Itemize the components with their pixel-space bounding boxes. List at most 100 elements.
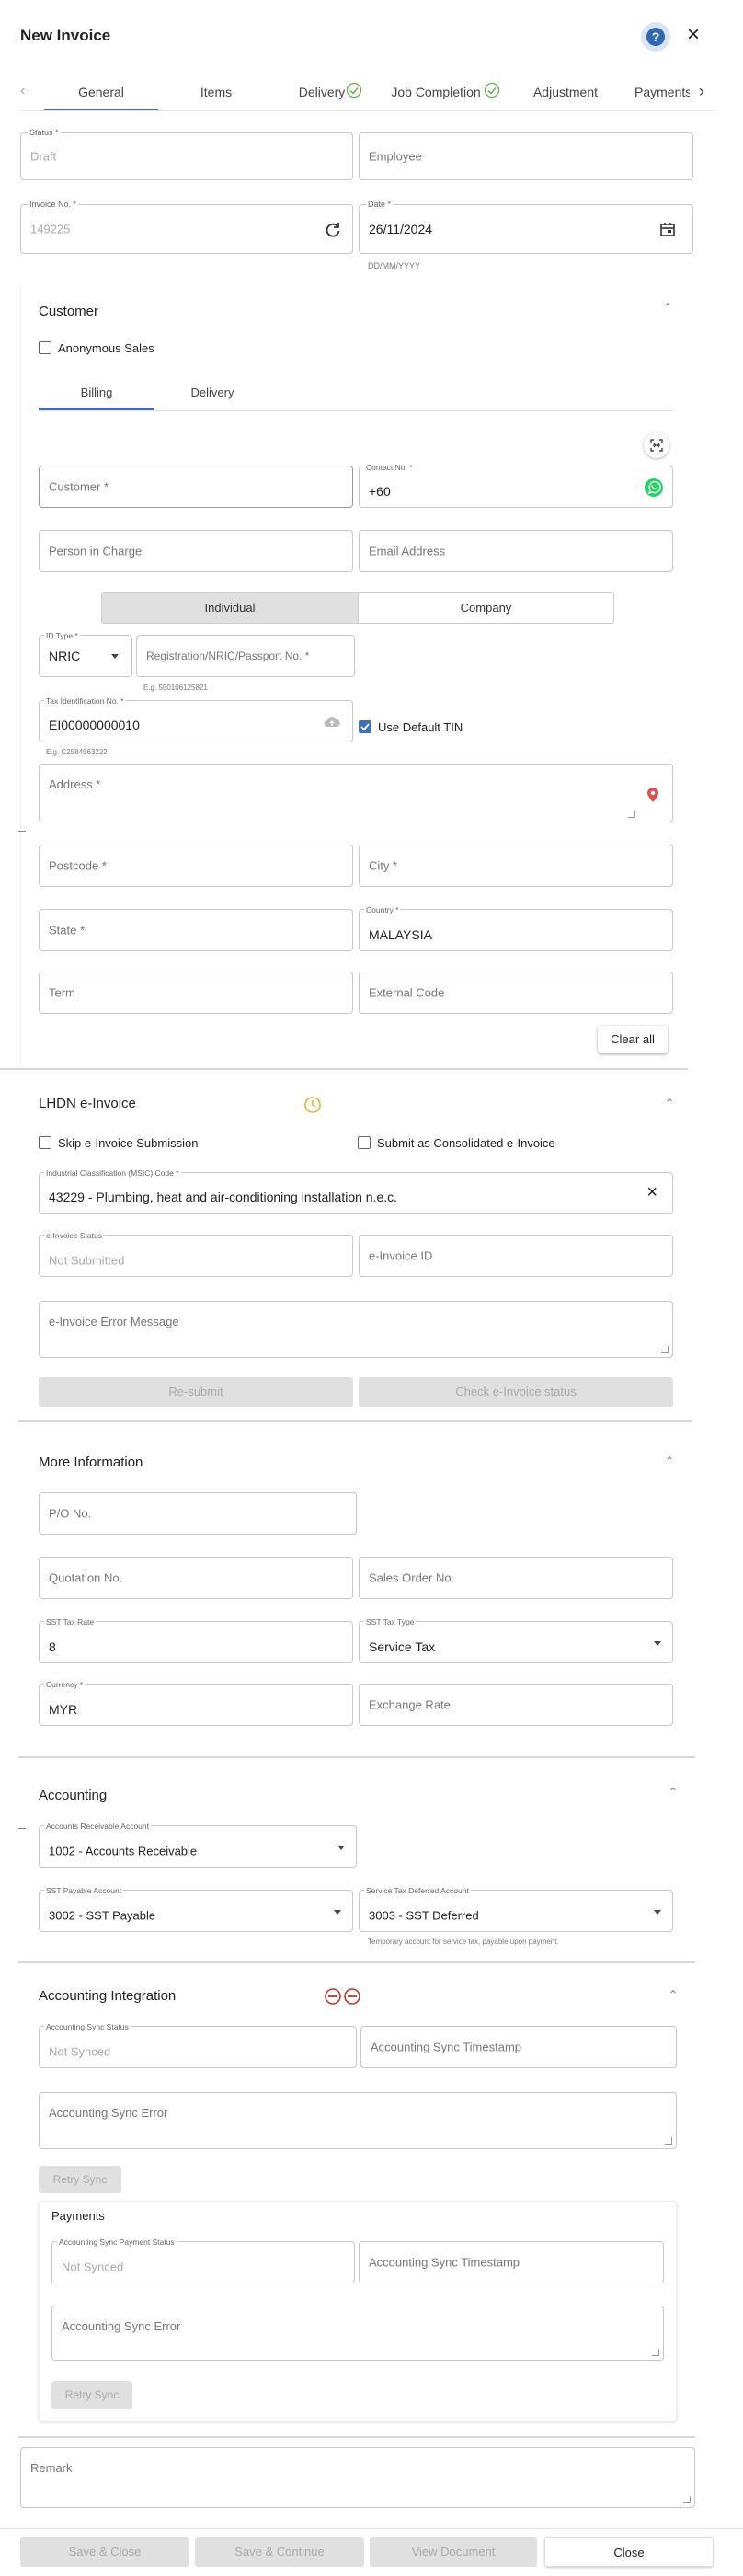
sync-timestamp-field[interactable]: Accounting Sync Timestamp [360,2026,677,2068]
exchange-rate-field[interactable]: Exchange Rate [359,1684,673,1726]
employee-field[interactable]: Employee [359,132,693,180]
employee-placeholder: Employee [369,149,422,164]
accounts-receivable-select[interactable]: 1002 - Accounts Receivable [39,1825,357,1868]
payment-sync-error-resize-handle[interactable] [652,2349,659,2356]
quotation-no-field[interactable]: Quotation No. [39,1557,353,1599]
tabs-scroll-left-icon[interactable]: ‹ [20,83,25,99]
sst-deferred-select[interactable]: 3003 - SST Deferred [359,1890,673,1932]
msic-code-field[interactable]: 43229 - Plumbing, heat and air-condition… [39,1172,673,1214]
tabs-divider [20,110,715,111]
date-field[interactable]: 26/11/2024 [359,204,693,254]
sales-order-no-field[interactable]: Sales Order No. [359,1557,673,1599]
sst-tax-type-dropdown-icon [654,1641,661,1646]
sync-error-resize-handle[interactable] [665,2137,672,2145]
currency-field[interactable]: MYR [39,1684,353,1726]
check-einvoice-status-button[interactable]: Check e-Invoice status [359,1377,673,1407]
sst-deferred-label: Service Tax Deferred Account [364,1886,471,1895]
customer-card-bottom [0,1068,688,1070]
side-marker [18,1828,26,1829]
consolidated-einvoice-checkbox[interactable] [358,1136,371,1149]
sst-tax-type-select[interactable]: Service Tax [359,1621,673,1663]
einvoice-error-placeholder: e-Invoice Error Message [49,1315,179,1328]
save-continue-button[interactable]: Save & Continue [195,2537,364,2567]
anonymous-sales-checkbox[interactable] [39,341,51,354]
cloud-upload-icon[interactable] [323,715,341,730]
person-in-charge-field[interactable]: Person in Charge [39,530,353,572]
pending-clock-icon [304,1097,321,1113]
tab-items[interactable]: Items [161,85,271,99]
sst-tax-type-label: SST Tax Type [364,1617,417,1627]
tab-job-completion[interactable]: Job Completion [390,85,482,99]
person-in-charge-placeholder: Person in Charge [49,544,143,558]
sst-tax-rate-label: SST Tax Rate [44,1617,97,1627]
help-icon[interactable]: ? [641,22,670,52]
po-no-field[interactable]: P/O No. [39,1492,357,1535]
sync-status-label: Accounting Sync Status [44,2022,131,2031]
einvoice-id-field[interactable]: e-Invoice ID [359,1235,673,1277]
external-code-field[interactable]: External Code [359,972,673,1014]
subtab-billing[interactable]: Billing [39,385,154,399]
sst-tax-rate-field[interactable]: 8 [39,1621,353,1663]
subtab-delivery[interactable]: Delivery [154,385,270,399]
integration-collapse-icon[interactable]: ⌃ [666,1988,680,2001]
city-field[interactable]: City * [359,845,673,887]
payment-sync-timestamp-field[interactable]: Accounting Sync Timestamp [359,2241,664,2283]
skip-einvoice-checkbox[interactable] [39,1136,51,1149]
registration-field[interactable]: Registration/NRIC/Passport No. * [136,635,355,677]
retry-sync-button[interactable]: Retry Sync [39,2166,121,2193]
resubmit-button[interactable]: Re-submit [39,1377,353,1407]
id-type-select[interactable]: NRIC [39,635,132,677]
close-button[interactable]: Close [544,2537,714,2567]
clear-all-button[interactable]: Clear all [598,1026,668,1053]
sst-payable-select[interactable]: 3002 - SST Payable [39,1890,353,1932]
address-resize-handle[interactable] [628,811,635,818]
customer-collapse-icon[interactable]: ⌃ [660,301,675,314]
type-company-button[interactable]: Company [358,593,613,623]
registration-hint: E.g. 550106125821 [143,684,208,692]
address-field[interactable]: Address * [39,764,673,822]
more-info-collapse-icon[interactable]: ⌃ [662,1455,677,1467]
tab-adjustment[interactable]: Adjustment [515,85,616,99]
tin-field[interactable]: EI00000000010 [39,700,353,742]
country-field[interactable]: MALAYSIA [359,909,673,951]
tab-general[interactable]: General [46,85,156,99]
sync-timestamp-placeholder: Accounting Sync Timestamp [371,2040,522,2054]
state-field[interactable]: State * [39,909,353,951]
sst-deferred-value: 3003 - SST Deferred [369,1908,479,1923]
payment-sync-error-field[interactable]: Accounting Sync Error [51,2306,664,2361]
msic-clear-icon[interactable]: × [646,1182,657,1203]
einvoice-collapse-icon[interactable]: ⌃ [662,1097,677,1110]
remark-resize-handle[interactable] [683,2496,691,2503]
sst-tax-type-value: Service Tax [369,1639,436,1654]
save-close-button[interactable]: Save & Close [20,2537,189,2567]
einvoice-error-field[interactable]: e-Invoice Error Message [39,1301,673,1358]
term-field[interactable]: Term [39,972,353,1014]
payment-retry-sync-button[interactable]: Retry Sync [51,2381,132,2409]
accounting-section-title: Accounting [39,1788,108,1803]
whatsapp-icon[interactable] [643,477,665,499]
invoice-no-field: 149225 [20,204,353,254]
tin-value: EI00000000010 [49,718,140,732]
sync-error-field[interactable]: Accounting Sync Error [39,2092,677,2149]
location-pin-icon[interactable] [646,787,659,803]
calendar-icon[interactable] [659,221,676,237]
integration-card-bottom [18,2436,695,2438]
accounting-collapse-icon[interactable]: ⌃ [666,1786,680,1799]
tabs-scroll-right-icon[interactable]: › [692,79,712,103]
integration-section-title: Accounting Integration [39,1988,177,2004]
sst-tax-rate-value: 8 [49,1639,56,1654]
remark-field[interactable]: Remark [20,2447,695,2508]
einvoice-error-resize-handle[interactable] [661,1346,669,1353]
sync-status-field: Not Synced [39,2026,357,2068]
einvoice-section-title: LHDN e-Invoice [39,1096,136,1111]
tab-payments[interactable]: Payments [634,85,690,99]
close-icon[interactable]: × [683,24,703,46]
scan-icon[interactable] [644,432,669,458]
email-field[interactable]: Email Address [359,530,673,572]
use-default-tin-checkbox[interactable] [359,720,372,733]
customer-field[interactable]: Customer * [39,466,353,508]
view-document-button[interactable]: View Document [370,2537,537,2567]
type-individual-button[interactable]: Individual [102,593,358,623]
refresh-icon[interactable] [325,222,341,238]
postcode-field[interactable]: Postcode * [39,845,353,887]
